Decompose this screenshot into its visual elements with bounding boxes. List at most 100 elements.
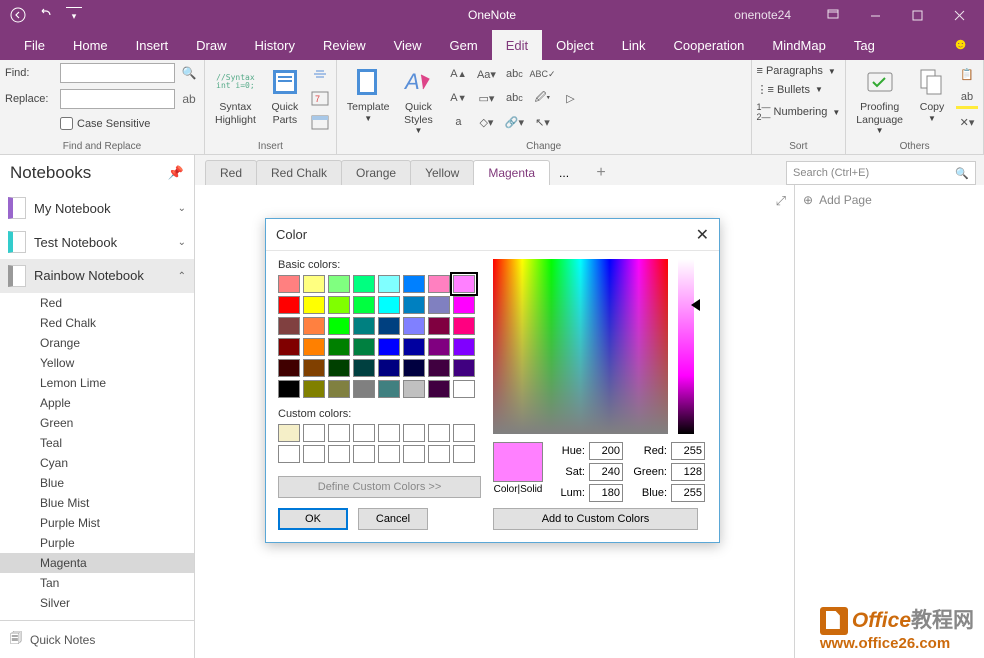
tabs-more[interactable]: ...	[549, 161, 579, 185]
quick-parts-button[interactable]: Quick Parts	[264, 63, 306, 129]
page-item[interactable]: Blue Mist	[0, 493, 194, 513]
template-button[interactable]: Template▼	[342, 63, 395, 126]
custom-swatch[interactable]	[453, 424, 475, 442]
basic-swatch[interactable]	[428, 275, 450, 293]
basic-swatch[interactable]	[378, 338, 400, 356]
basic-swatch[interactable]	[328, 380, 350, 398]
basic-swatch[interactable]	[278, 359, 300, 377]
case-sensitive-checkbox[interactable]: Case Sensitive	[60, 117, 150, 130]
basic-swatch[interactable]	[328, 338, 350, 356]
page-item[interactable]: Red	[0, 293, 194, 313]
expand-icon[interactable]: ⤢	[776, 193, 786, 209]
custom-swatch[interactable]	[453, 445, 475, 463]
menu-file[interactable]: File	[10, 30, 59, 60]
quick-notes-button[interactable]: 🗐 Quick Notes	[0, 620, 194, 658]
replace-input[interactable]	[60, 89, 175, 109]
custom-swatch[interactable]	[278, 445, 300, 463]
hue-input[interactable]	[589, 442, 623, 460]
page-item[interactable]: Blue	[0, 473, 194, 493]
basic-swatch[interactable]	[303, 380, 325, 398]
tab-yellow[interactable]: Yellow	[410, 160, 474, 185]
page-item[interactable]: Silver	[0, 593, 194, 613]
feedback-icon[interactable]: ☻	[952, 36, 969, 54]
custom-swatch[interactable]	[428, 424, 450, 442]
custom-swatch[interactable]	[303, 424, 325, 442]
basic-swatch[interactable]	[303, 338, 325, 356]
custom-swatch[interactable]	[328, 445, 350, 463]
menu-object[interactable]: Object	[542, 30, 608, 60]
custom-swatch[interactable]	[378, 445, 400, 463]
color-gradient-picker[interactable]	[493, 259, 668, 434]
shape-icon[interactable]: ◇▾	[475, 111, 497, 133]
basic-swatch[interactable]	[328, 296, 350, 314]
basic-swatch[interactable]	[278, 338, 300, 356]
custom-swatch[interactable]	[353, 424, 375, 442]
proofing-button[interactable]: Proofing Language▼	[851, 63, 908, 139]
basic-swatch[interactable]	[378, 296, 400, 314]
page-item[interactable]: Lemon Lime	[0, 373, 194, 393]
basic-swatch[interactable]	[378, 380, 400, 398]
calendar-icon[interactable]	[309, 111, 331, 133]
basic-swatch[interactable]	[353, 275, 375, 293]
search-input[interactable]: Search (Ctrl+E) 🔍	[786, 161, 976, 185]
basic-swatch[interactable]	[353, 317, 375, 335]
highlight-icon[interactable]: 🖉▾	[531, 87, 553, 109]
basic-swatch[interactable]	[328, 359, 350, 377]
add-to-custom-button[interactable]: Add to Custom Colors	[493, 508, 698, 530]
menu-cooperation[interactable]: Cooperation	[660, 30, 759, 60]
page-item[interactable]: Yellow	[0, 353, 194, 373]
basic-swatch[interactable]	[453, 359, 475, 377]
replace-one-icon[interactable]: ab	[178, 89, 200, 109]
find-input[interactable]	[60, 63, 175, 83]
dialog-close-icon[interactable]: ✕	[696, 225, 709, 245]
custom-swatch[interactable]	[403, 445, 425, 463]
close-icon[interactable]	[939, 0, 979, 30]
basic-swatch[interactable]	[378, 359, 400, 377]
basic-swatch[interactable]	[453, 380, 475, 398]
highlight-color-icon[interactable]: ab	[956, 87, 978, 109]
custom-swatch[interactable]	[328, 424, 350, 442]
page-item[interactable]: Cyan	[0, 453, 194, 473]
green-input[interactable]	[671, 463, 705, 481]
basic-swatch[interactable]	[328, 275, 350, 293]
page-item[interactable]: Apple	[0, 393, 194, 413]
page-item[interactable]: Purple	[0, 533, 194, 553]
basic-swatch[interactable]	[278, 296, 300, 314]
quick-styles-button[interactable]: A Quick Styles▼	[397, 63, 439, 139]
page-item[interactable]: Purple Mist	[0, 513, 194, 533]
lum-input[interactable]	[589, 484, 623, 502]
page-item[interactable]: Red Chalk	[0, 313, 194, 333]
back-icon[interactable]	[10, 7, 26, 23]
define-custom-button[interactable]: Define Custom Colors >>	[278, 476, 481, 498]
menu-link[interactable]: Link	[608, 30, 660, 60]
paste-icon[interactable]: 📋	[956, 63, 978, 85]
basic-swatch[interactable]	[353, 359, 375, 377]
paragraphs-button[interactable]: ≡Paragraphs▼	[757, 65, 841, 77]
cancel-button[interactable]: Cancel	[358, 508, 428, 530]
case-checkbox[interactable]	[60, 117, 73, 130]
bullets-button[interactable]: ⋮≡Bullets▼	[757, 83, 841, 96]
custom-swatch[interactable]	[278, 424, 300, 442]
basic-swatch[interactable]	[278, 275, 300, 293]
custom-swatch[interactable]	[428, 445, 450, 463]
sat-input[interactable]	[589, 463, 623, 481]
basic-swatch[interactable]	[278, 317, 300, 335]
menu-view[interactable]: View	[380, 30, 436, 60]
basic-swatch[interactable]	[428, 296, 450, 314]
basic-swatch[interactable]	[403, 380, 425, 398]
basic-swatch[interactable]	[278, 380, 300, 398]
more-icon[interactable]: ✕▾	[956, 111, 978, 133]
page-item[interactable]: Magenta	[0, 553, 194, 573]
menu-mindmap[interactable]: MindMap	[758, 30, 839, 60]
menu-edit[interactable]: Edit	[492, 30, 542, 60]
maximize-icon[interactable]	[897, 0, 937, 30]
find-next-icon[interactable]: 🔍	[178, 63, 200, 83]
basic-swatch[interactable]	[328, 317, 350, 335]
basic-swatch[interactable]	[428, 359, 450, 377]
menu-home[interactable]: Home	[59, 30, 122, 60]
numbering-button[interactable]: 1—2—Numbering▼	[757, 102, 841, 122]
basic-swatch[interactable]	[403, 275, 425, 293]
menu-history[interactable]: History	[241, 30, 309, 60]
syntax-highlight-button[interactable]: //Syntaxint i=0; Syntax Highlight	[210, 63, 261, 129]
custom-swatch[interactable]	[403, 424, 425, 442]
